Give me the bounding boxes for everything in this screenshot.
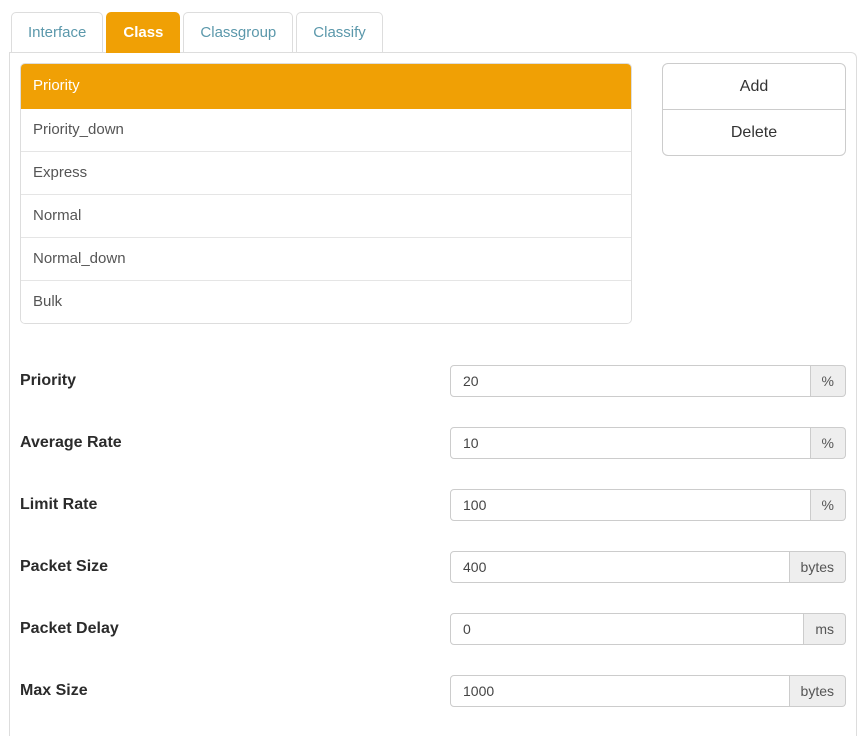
class-list-item-priority-down[interactable]: Priority_down — [21, 109, 631, 152]
class-list-item-normal[interactable]: Normal — [21, 195, 631, 238]
tab-panel: Priority Priority_down Express Normal No… — [9, 52, 857, 736]
add-button[interactable]: Add — [662, 63, 846, 110]
form-row-limit-rate: Limit Rate % — [20, 489, 846, 521]
limit-rate-input[interactable] — [450, 489, 811, 521]
tab-classgroup[interactable]: Classgroup — [183, 12, 293, 53]
packet-size-label: Packet Size — [20, 558, 108, 576]
tab-bar: Interface Class Classgroup Classify — [0, 12, 865, 52]
limit-rate-label: Limit Rate — [20, 496, 97, 514]
max-size-label: Max Size — [20, 682, 88, 700]
priority-unit-addon: % — [811, 365, 846, 397]
tab-interface[interactable]: Interface — [11, 12, 103, 53]
average-rate-unit-addon: % — [811, 427, 846, 459]
form-row-packet-size: Packet Size bytes — [20, 551, 846, 583]
class-list-section: Priority Priority_down Express Normal No… — [20, 63, 846, 324]
max-size-input-group: bytes — [450, 675, 846, 707]
form-row-packet-delay: Packet Delay ms — [20, 613, 846, 645]
form-row-priority: Priority % — [20, 365, 846, 397]
list-action-buttons: Add Delete — [662, 63, 846, 156]
packet-size-input-group: bytes — [450, 551, 846, 583]
form-row-max-size: Max Size bytes — [20, 675, 846, 707]
qos-settings-page: Interface Class Classgroup Classify Prio… — [0, 0, 865, 736]
max-size-unit-addon: bytes — [790, 675, 846, 707]
packet-delay-input[interactable] — [450, 613, 804, 645]
max-size-input[interactable] — [450, 675, 790, 707]
tab-classify[interactable]: Classify — [296, 12, 383, 53]
class-list-item-bulk[interactable]: Bulk — [21, 281, 631, 323]
class-list-item-priority[interactable]: Priority — [21, 64, 631, 109]
packet-delay-label: Packet Delay — [20, 620, 119, 638]
limit-rate-unit-addon: % — [811, 489, 846, 521]
class-list-item-normal-down[interactable]: Normal_down — [21, 238, 631, 281]
packet-size-unit-addon: bytes — [790, 551, 846, 583]
priority-input-group: % — [450, 365, 846, 397]
class-list-item-express[interactable]: Express — [21, 152, 631, 195]
packet-delay-input-group: ms — [450, 613, 846, 645]
limit-rate-input-group: % — [450, 489, 846, 521]
form-row-average-rate: Average Rate % — [20, 427, 846, 459]
average-rate-input[interactable] — [450, 427, 811, 459]
average-rate-label: Average Rate — [20, 434, 122, 452]
class-list: Priority Priority_down Express Normal No… — [20, 63, 632, 324]
delete-button[interactable]: Delete — [662, 109, 846, 156]
priority-label: Priority — [20, 372, 76, 390]
tab-class[interactable]: Class — [106, 12, 180, 53]
packet-size-input[interactable] — [450, 551, 790, 583]
average-rate-input-group: % — [450, 427, 846, 459]
packet-delay-unit-addon: ms — [804, 613, 846, 645]
class-settings-form: Priority % Average Rate % Limit Rate % — [20, 365, 846, 707]
priority-input[interactable] — [450, 365, 811, 397]
